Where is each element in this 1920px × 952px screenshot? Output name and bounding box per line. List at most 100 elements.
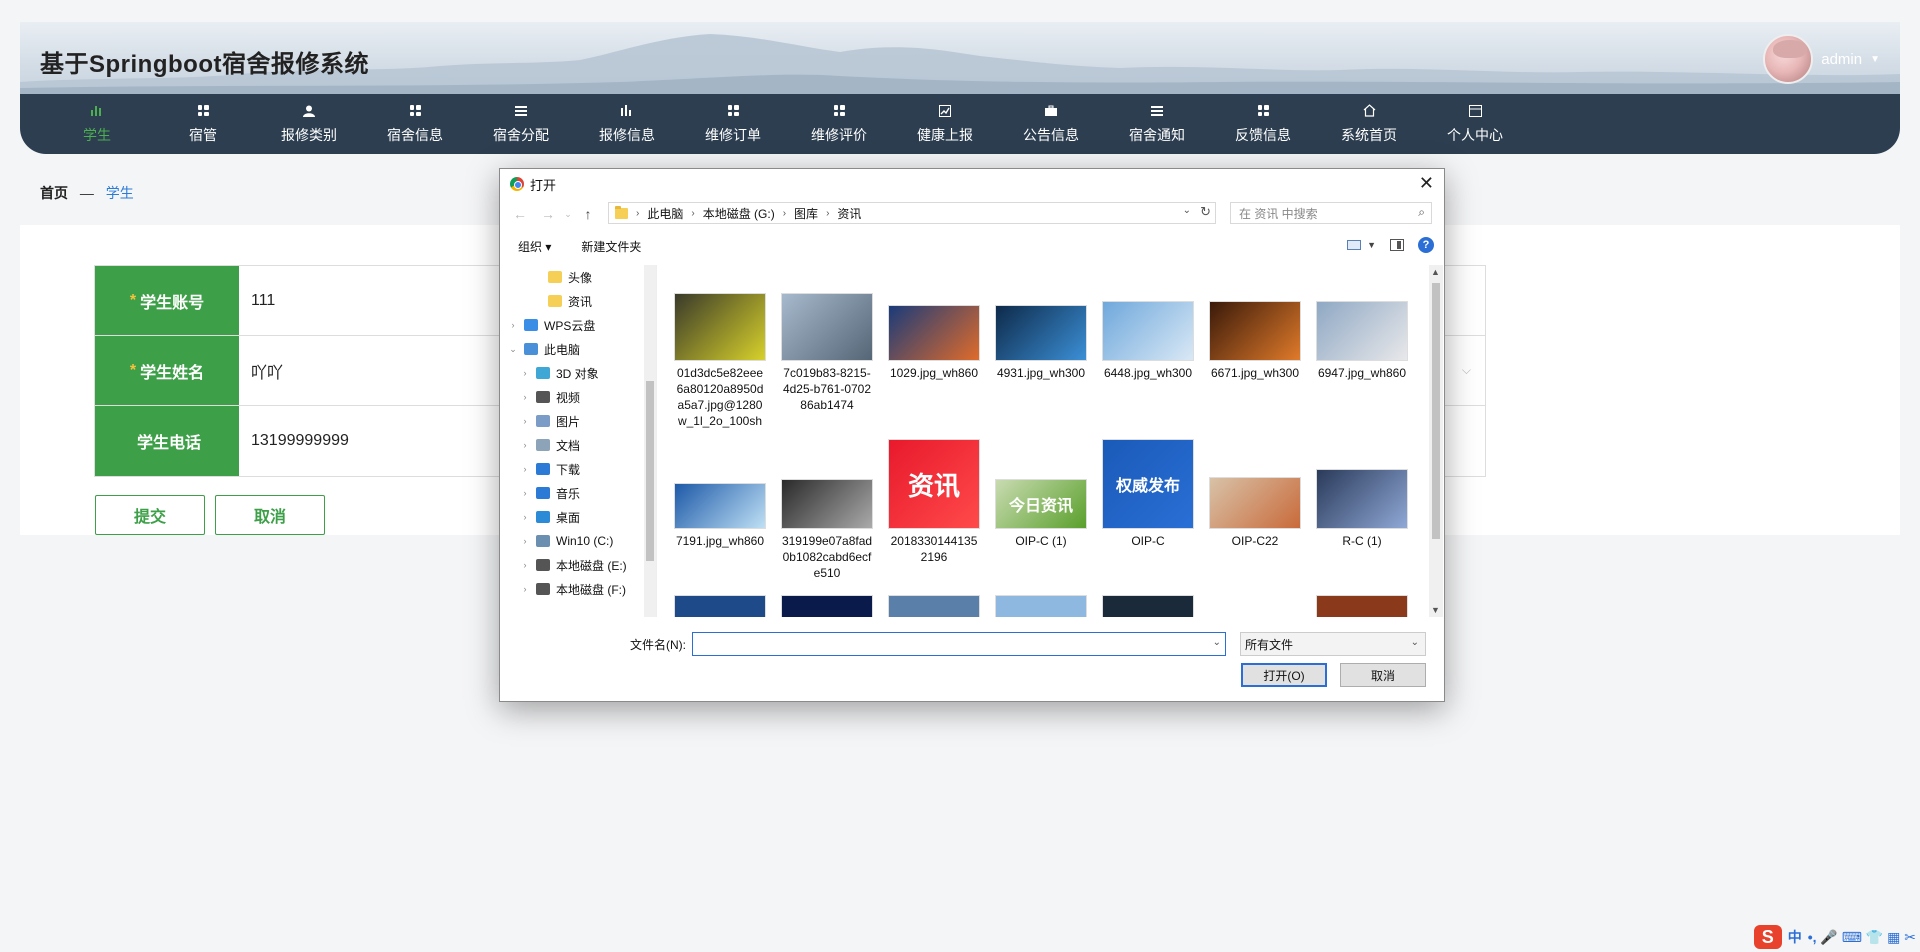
file-item[interactable]: 今日资讯 OIP-C (1) — [991, 479, 1091, 549]
tree-item[interactable]: › 本地磁盘 (F:) — [500, 577, 656, 601]
file-item[interactable]: 1029.jpg_wh860 — [884, 305, 984, 381]
nav-item-8[interactable]: 健康上报 — [892, 94, 998, 154]
scroll-thumb[interactable] — [1432, 283, 1440, 539]
file-item[interactable]: 7191.jpg_wh860 — [670, 483, 770, 549]
organize-menu[interactable]: 组织 ▾ — [518, 238, 551, 255]
close-icon[interactable]: ✕ — [1419, 173, 1434, 194]
expand-chevron-icon[interactable]: › — [520, 440, 530, 450]
sogou-ime-icon[interactable]: S — [1753, 925, 1782, 949]
file-item[interactable]: 7c019b83-8215-4d25-b761-070286ab1474 — [777, 293, 877, 413]
expand-chevron-icon[interactable]: › — [520, 512, 530, 522]
tree-item[interactable]: › 本地磁盘 (E:) — [500, 553, 656, 577]
nav-item-13[interactable]: 个人中心 — [1422, 94, 1528, 154]
preview-pane-icon[interactable] — [1390, 239, 1404, 251]
nav-item-2[interactable]: 报修类别 — [256, 94, 362, 154]
nav-item-12[interactable]: 系统首页 — [1316, 94, 1422, 154]
new-folder-button[interactable]: 新建文件夹 — [581, 238, 641, 255]
nav-item-1[interactable]: 宿管 — [150, 94, 256, 154]
tree-item[interactable]: › 文档 — [500, 433, 656, 457]
tree-item[interactable]: › 图片 — [500, 409, 656, 433]
help-icon[interactable]: ? — [1418, 237, 1434, 253]
tree-item[interactable]: › WPS云盘 — [500, 313, 656, 337]
tree-item[interactable]: › Win10 (C:) — [500, 529, 656, 553]
file-item[interactable] — [777, 595, 877, 617]
nav-item-3[interactable]: 宿舍信息 — [362, 94, 468, 154]
expand-chevron-icon[interactable]: › — [520, 368, 530, 378]
file-item[interactable]: 资讯 20183301441352196 — [884, 439, 984, 565]
tree-item[interactable]: › 音乐 — [500, 481, 656, 505]
recent-chevron-icon[interactable]: ⌄ — [562, 209, 574, 220]
nav-item-4[interactable]: 宿舍分配 — [468, 94, 574, 154]
nav-item-0[interactable]: 学生 — [44, 94, 150, 154]
open-button[interactable]: 打开(O) — [1241, 663, 1327, 687]
path-segment[interactable]: 本地磁盘 (G:) — [703, 205, 775, 222]
expand-chevron-icon[interactable]: ⌄ — [508, 344, 518, 355]
path-segment[interactable]: 资讯 — [837, 205, 861, 222]
submit-button[interactable]: 提交 — [95, 495, 205, 535]
file-item[interactable]: 01d3dc5e82eee6a80120a8950da5a7.jpg@1280w… — [670, 293, 770, 429]
tree-item-label: 桌面 — [556, 510, 581, 525]
up-arrow-icon[interactable]: ↑ — [574, 206, 602, 222]
expand-chevron-icon[interactable]: › — [508, 320, 518, 330]
address-bar[interactable]: › 此电脑 › 本地磁盘 (G:) › 图库 › 资讯 ⌄ ↻ — [608, 202, 1216, 224]
expand-chevron-icon[interactable]: › — [520, 416, 530, 426]
nav-item-5[interactable]: 报修信息 — [574, 94, 680, 154]
expand-chevron-icon[interactable]: › — [520, 584, 530, 594]
path-segment[interactable]: 此电脑 — [647, 205, 683, 222]
tree-item[interactable]: 头像 — [500, 265, 656, 289]
breadcrumb-home[interactable]: 首页 — [40, 185, 68, 201]
expand-chevron-icon[interactable]: › — [520, 488, 530, 498]
expand-chevron-icon[interactable]: › — [520, 536, 530, 546]
file-item[interactable]: 6947.jpg_wh860 — [1312, 301, 1412, 381]
expand-chevron-icon[interactable]: › — [520, 560, 530, 570]
file-item[interactable] — [884, 595, 984, 617]
file-item[interactable]: R-C (1) — [1312, 469, 1412, 549]
view-mode-icon[interactable] — [1347, 240, 1362, 250]
back-arrow-icon[interactable]: ← — [506, 206, 534, 222]
tree-item[interactable]: 资讯 — [500, 289, 656, 313]
file-item[interactable]: 6671.jpg_wh300 — [1205, 301, 1305, 381]
tray-icons[interactable]: •, 🎤 ⌨ 👕 ▦ ✂ — [1808, 929, 1916, 946]
chevron-down-icon[interactable]: ⌄ — [1183, 205, 1191, 216]
scroll-up-icon[interactable]: ▲ — [1431, 267, 1440, 277]
path-segment[interactable]: 图库 — [794, 205, 818, 222]
nav-item-11[interactable]: 反馈信息 — [1210, 94, 1316, 154]
nav-item-7[interactable]: 维修评价 — [786, 94, 892, 154]
scroll-down-icon[interactable]: ▼ — [1431, 605, 1440, 615]
person-icon — [301, 104, 317, 118]
nav-item-6[interactable]: 维修订单 — [680, 94, 786, 154]
tree-item[interactable]: › 下载 — [500, 457, 656, 481]
cancel-button[interactable]: 取消 — [215, 495, 325, 535]
file-scrollbar[interactable]: ▲ ▼ — [1429, 265, 1443, 617]
file-item[interactable] — [991, 595, 1091, 617]
file-item[interactable]: 319199e07a8fad0b1082cabd6ecfe510 — [777, 479, 877, 581]
tree-item[interactable]: › 视频 — [500, 385, 656, 409]
chevron-down-icon[interactable]: ⌄ — [1213, 637, 1221, 648]
ime-mode[interactable]: 中 — [1788, 927, 1802, 947]
expand-chevron-icon[interactable]: › — [520, 392, 530, 402]
file-item[interactable] — [1098, 595, 1198, 617]
file-item[interactable]: 6448.jpg_wh300 — [1098, 301, 1198, 381]
file-item[interactable] — [1312, 595, 1412, 617]
forward-arrow-icon[interactable]: → — [534, 206, 562, 222]
nav-item-9[interactable]: 公告信息 — [998, 94, 1104, 154]
file-item[interactable] — [670, 595, 770, 617]
tree-item[interactable]: › 桌面 — [500, 505, 656, 529]
tree-item[interactable]: › 3D 对象 — [500, 361, 656, 385]
search-input[interactable]: 在 资讯 中搜索 ⌕ — [1230, 202, 1432, 224]
chevron-down-icon[interactable]: ⌵ — [1462, 363, 1471, 378]
filename-input[interactable]: ⌄ — [692, 632, 1226, 656]
dialog-cancel-button[interactable]: 取消 — [1340, 663, 1426, 687]
file-type-select[interactable]: 所有文件 ⌄ — [1240, 632, 1426, 656]
user-menu[interactable]: admin ▼ — [1763, 34, 1880, 84]
file-item[interactable]: 权威发布 OIP-C — [1098, 439, 1198, 549]
nav-item-10[interactable]: 宿舍通知 — [1104, 94, 1210, 154]
file-item[interactable]: 4931.jpg_wh300 — [991, 305, 1091, 381]
file-item[interactable]: OIP-C22 — [1205, 477, 1305, 549]
chevron-down-icon[interactable]: ▼ — [1367, 240, 1376, 250]
refresh-icon[interactable]: ↻ — [1200, 204, 1211, 220]
expand-chevron-icon[interactable]: › — [520, 464, 530, 474]
tree-scrollbar[interactable] — [644, 265, 656, 617]
avatar[interactable] — [1763, 34, 1814, 84]
tree-item[interactable]: ⌄ 此电脑 — [500, 337, 656, 361]
